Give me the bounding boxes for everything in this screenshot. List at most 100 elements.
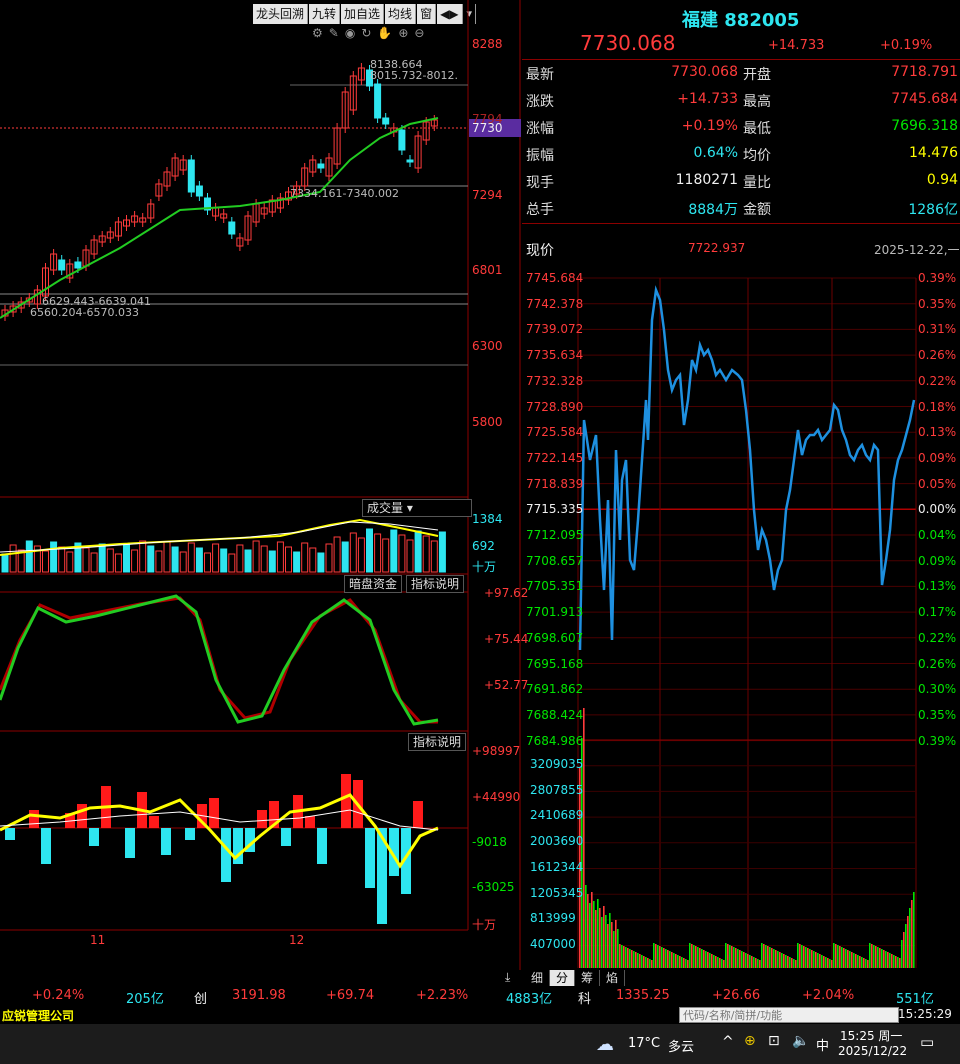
indicator-help-button[interactable]: 指标说明 (406, 575, 465, 593)
tab-minute[interactable]: 分 (550, 970, 576, 986)
intraday-price-tick: 7715.335 (526, 502, 584, 517)
quote-label: 最高 (743, 94, 771, 110)
volume-bar (195, 547, 203, 573)
volume-bar (382, 538, 390, 573)
volume-bar (366, 528, 373, 573)
dark-pool-label[interactable]: 暗盘资金 (344, 575, 403, 593)
intraday-volume-bar (643, 956, 645, 968)
macd-bar (221, 828, 231, 882)
intraday-volume-bar (755, 958, 757, 968)
candle (187, 159, 195, 193)
intraday-volume-bar (631, 950, 633, 968)
intraday-volume-bar (751, 956, 753, 968)
intraday-pct-tick: 0.39% (918, 733, 957, 748)
download-icon[interactable]: ⤓ (505, 970, 521, 986)
intraday-volume-bar (905, 924, 907, 968)
intraday-volume-bar (647, 958, 649, 968)
intraday-price-tick: 7705.351 (526, 579, 584, 594)
intraday-price-tick: 7698.607 (526, 630, 584, 645)
tray-app-icon[interactable]: ⊕ (744, 1033, 756, 1049)
weather-desc[interactable]: 多云 (668, 1036, 694, 1055)
ticker-index-name: 创 (194, 992, 208, 1007)
intraday-volume-bar (825, 957, 827, 968)
tab-chips[interactable]: 筹 (575, 970, 601, 986)
intraday-pct-tick: 0.13% (918, 425, 957, 440)
volume-bar (244, 549, 252, 573)
intraday-volume-bar (709, 953, 711, 968)
intraday-volume-bar (609, 913, 611, 968)
ind2-ytick: +44990 (472, 790, 521, 804)
intraday-volume-bar (897, 957, 899, 968)
notification-icon[interactable]: ▭ (920, 1033, 934, 1051)
macd-bar (29, 810, 39, 828)
ticker-index-change: +69.74 (326, 988, 375, 1003)
candle (58, 259, 66, 271)
ind2-unit: 十万 (472, 918, 497, 932)
intraday-volume-bar (899, 958, 901, 968)
intraday-volume-bar (747, 954, 749, 968)
intraday-volume-bar (849, 951, 851, 968)
intraday-volume-bar (717, 957, 719, 968)
intraday-volume-bar (719, 958, 721, 968)
intraday-pct-tick: 0.09% (918, 450, 957, 465)
quote-row: 现手 1180271 量比 0.94 (525, 168, 959, 194)
kline-chart-area (0, 0, 521, 970)
intraday-volume-bar (881, 949, 883, 968)
macd-bar (77, 804, 87, 828)
intraday-pct-tick: 0.04% (918, 528, 957, 542)
intraday-volume-bar (859, 956, 861, 968)
intraday-volume-bar (773, 949, 775, 968)
intraday-volume-bar (701, 949, 703, 968)
kline-ytick: 7294 (472, 188, 503, 202)
x-label-month: 12 (289, 933, 305, 947)
intraday-volume-tick: 813999 (530, 911, 576, 926)
clock-date[interactable]: 2025/12/22 (838, 1044, 907, 1058)
tray-expand-icon[interactable]: ^ (722, 1034, 734, 1050)
intraday-chart (577, 277, 917, 968)
stock-code: 882005 (724, 10, 800, 31)
quote-value: 14.476 (909, 145, 958, 161)
ime-indicator[interactable]: 中 (816, 1035, 829, 1054)
intraday-volume-tick: 2807855 (530, 782, 584, 797)
status-time: 15:25:29 (898, 1007, 952, 1021)
tab-flame[interactable]: 焰 (600, 970, 626, 986)
volume-ytick: 1384 (472, 512, 503, 526)
status-company: 应锐管理公司 (2, 1009, 75, 1023)
ticker-index2-pct: +2.04% (802, 988, 855, 1003)
intraday-volume-bar (909, 908, 911, 968)
candle (374, 83, 382, 119)
volume-bar (301, 542, 309, 573)
intraday-volume-bar (901, 940, 903, 968)
kline-ytick: 6300 (472, 339, 503, 353)
intraday-volume-tick: 1205345 (530, 885, 584, 900)
intraday-volume-bar (831, 960, 833, 968)
intraday-volume-bar (907, 916, 909, 968)
quote-label: 现手 (526, 175, 554, 191)
intraday-volume-bar (809, 949, 811, 968)
volume-bar (212, 543, 220, 573)
macd-bar (413, 801, 423, 828)
intraday-volume-bar (887, 952, 889, 968)
intraday-volume-tick: 2410689 (530, 808, 584, 823)
volume-label[interactable]: 成交量 ▾ (362, 499, 472, 517)
clock-time[interactable]: 15:25 周一 (840, 1027, 902, 1044)
intraday-pct-tick: 0.35% (918, 707, 957, 722)
intraday-volume-bar (597, 899, 599, 968)
intraday-volume-bar (903, 932, 905, 968)
intraday-volume-bar (819, 954, 821, 968)
intraday-volume-bar (741, 951, 743, 968)
mid-range-annotation: 7334.161-7340.002 (290, 187, 399, 200)
volume-bar (9, 544, 17, 573)
weather-temp[interactable]: 17°C (628, 1036, 660, 1051)
macd-bar (41, 828, 51, 864)
quote-value: +0.19% (681, 118, 738, 134)
intraday-volume-bar (817, 953, 819, 968)
intraday-volume-tick: 1612344 (530, 859, 584, 874)
weather-cloud-icon[interactable]: ☁ (596, 1034, 614, 1055)
volume-bar (236, 544, 244, 573)
volume-icon[interactable]: 🔈 (792, 1033, 809, 1049)
search-input[interactable] (679, 1007, 899, 1023)
tab-detail[interactable]: 细 (525, 970, 551, 986)
network-icon[interactable]: ⊡ (768, 1033, 780, 1049)
indicator2-help-button[interactable]: 指标说明 (408, 733, 467, 751)
